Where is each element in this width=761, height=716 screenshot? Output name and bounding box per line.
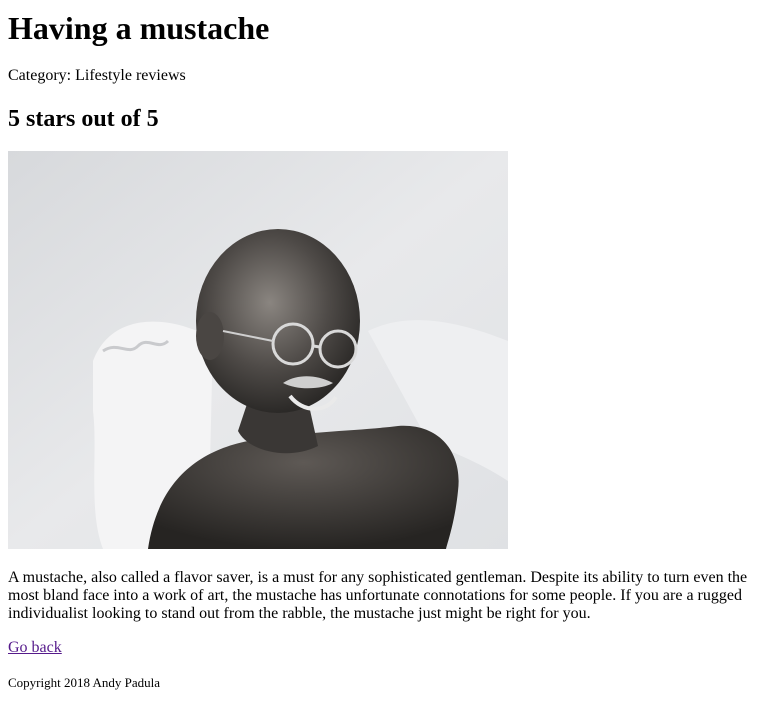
article-photo bbox=[8, 151, 508, 549]
page-title: Having a mustache bbox=[8, 10, 270, 46]
copyright-footer: Copyright 2018 Andy Padula bbox=[8, 675, 161, 690]
photo-illustration bbox=[8, 151, 508, 549]
go-back-link[interactable]: Go back bbox=[8, 639, 62, 657]
category-label: Category: Lifestyle reviews bbox=[8, 67, 186, 84]
rating-heading: 5 stars out of 5 bbox=[8, 106, 159, 132]
article-body: A mustache, also called a flavor saver, … bbox=[8, 569, 748, 622]
page-content: Having a mustache Category: Lifestyle re… bbox=[0, 10, 761, 690]
